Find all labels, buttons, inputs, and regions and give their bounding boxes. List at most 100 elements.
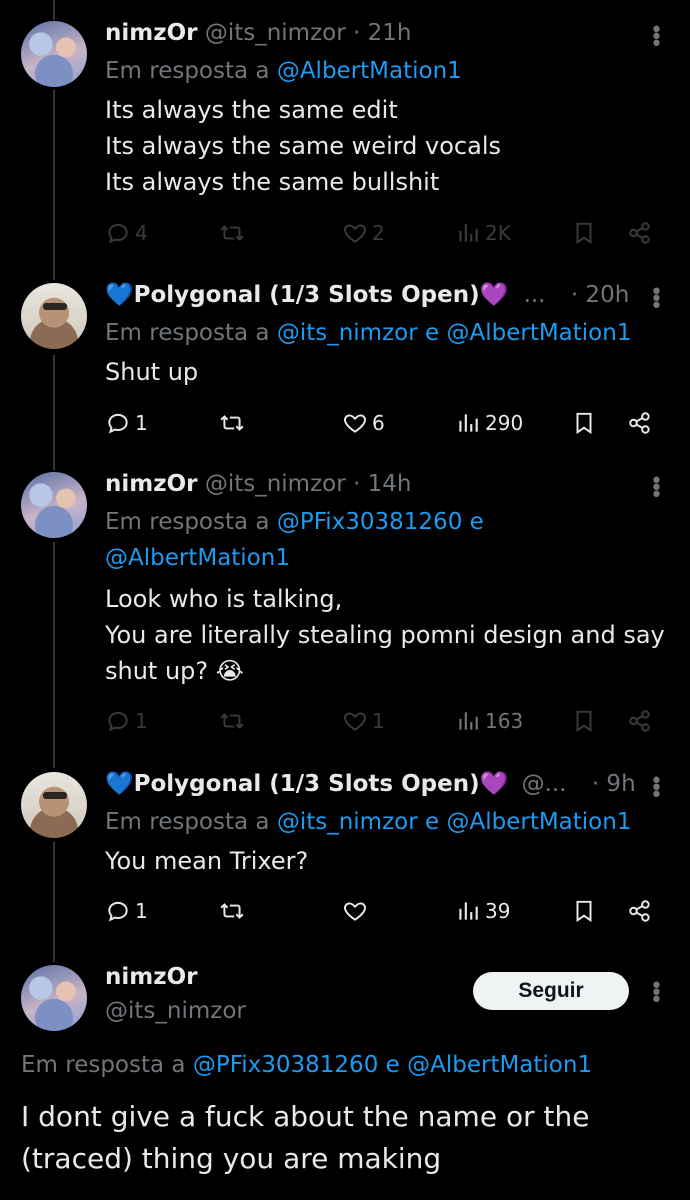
bookmark-button[interactable] bbox=[571, 706, 597, 736]
views-icon bbox=[459, 224, 478, 242]
avatar[interactable] bbox=[21, 21, 87, 87]
retweet-icon bbox=[220, 415, 244, 431]
display-name[interactable]: nimzOr bbox=[105, 20, 198, 46]
reply-button[interactable]: 1 bbox=[105, 408, 148, 438]
tweet[interactable]: nimzOr @its_nimzor · 21h • • • Em resposta… bbox=[0, 18, 690, 258]
reply-context: Em resposta a @AlbertMation1 bbox=[105, 53, 462, 89]
like-count: 1 bbox=[372, 709, 385, 733]
reply-button[interactable]: 4 bbox=[105, 218, 148, 248]
handle[interactable]: @... bbox=[522, 771, 567, 797]
action-bar: 1 39 bbox=[105, 896, 665, 926]
mention-link[interactable]: @AlbertMation1 bbox=[446, 320, 631, 346]
display-name[interactable]: Polygonal (1/3 Slots Open) bbox=[134, 771, 480, 797]
share-button[interactable] bbox=[627, 408, 653, 438]
view-count: 39 bbox=[485, 899, 511, 923]
reply-context: Em resposta a @its_nimzor e @AlbertMatio… bbox=[105, 804, 631, 840]
display-name[interactable]: nimzOr bbox=[105, 964, 198, 990]
timestamp[interactable]: · 21h bbox=[353, 20, 411, 46]
heart-icon bbox=[344, 902, 366, 921]
purple-heart-emoji: 💜 bbox=[479, 282, 509, 308]
follow-button[interactable]: Seguir bbox=[473, 972, 629, 1010]
like-button[interactable] bbox=[342, 896, 372, 926]
tweet-header: 💙Polygonal (1/3 Slots Open)💜 @... · 9h bbox=[105, 769, 636, 799]
mention-link[interactable]: @its_nimzor bbox=[277, 809, 418, 835]
timestamp[interactable]: · 9h bbox=[592, 771, 636, 797]
tweet-text: You mean Trixer? bbox=[105, 847, 309, 875]
share-icon bbox=[629, 900, 650, 922]
views-button[interactable]: 39 bbox=[455, 896, 510, 926]
reply-button[interactable]: 1 bbox=[105, 706, 148, 736]
reply-joiner: e bbox=[425, 809, 440, 835]
display-name[interactable]: Polygonal (1/3 Slots Open) bbox=[134, 282, 480, 308]
like-count: 6 bbox=[372, 411, 385, 435]
heart-icon bbox=[344, 224, 366, 243]
avatar[interactable] bbox=[21, 965, 87, 1031]
mention-link[interactable]: @AlbertMation1 bbox=[407, 1052, 592, 1078]
bookmark-button[interactable] bbox=[571, 408, 597, 438]
view-count: 2K bbox=[485, 221, 511, 245]
bookmark-button[interactable] bbox=[571, 896, 597, 926]
mention-link[interactable]: @its_nimzor bbox=[277, 320, 418, 346]
mention-link[interactable]: @AlbertMation1 bbox=[105, 545, 290, 571]
view-count: 163 bbox=[485, 709, 524, 733]
like-count: 2 bbox=[372, 221, 385, 245]
mention-link[interactable]: @AlbertMation1 bbox=[277, 58, 462, 84]
reply-prefix: Em resposta a bbox=[105, 809, 270, 835]
like-button[interactable]: 6 bbox=[342, 408, 385, 438]
display-name[interactable]: nimzOr bbox=[105, 471, 198, 497]
tweet[interactable]: nimzOr @its_nimzor · 14h • • • Em resposta… bbox=[0, 469, 690, 741]
action-bar: 1 1 163 bbox=[105, 706, 665, 736]
like-button[interactable]: 2 bbox=[342, 218, 385, 248]
reply-icon bbox=[108, 711, 128, 732]
views-button[interactable]: 2K bbox=[455, 218, 511, 248]
retweet-button[interactable] bbox=[219, 706, 245, 736]
handle[interactable]: @its_nimzor bbox=[105, 996, 246, 1026]
handle[interactable]: ... bbox=[524, 282, 546, 308]
retweet-button[interactable] bbox=[219, 896, 245, 926]
reply-count: 1 bbox=[135, 899, 148, 923]
reply-icon bbox=[108, 901, 128, 922]
avatar[interactable] bbox=[21, 772, 87, 838]
retweet-button[interactable] bbox=[219, 408, 245, 438]
mention-link[interactable]: @PFix30381260 bbox=[193, 1052, 379, 1078]
handle[interactable]: @its_nimzor bbox=[205, 471, 346, 497]
avatar[interactable] bbox=[21, 472, 87, 538]
mention-link[interactable]: @AlbertMation1 bbox=[446, 809, 631, 835]
bookmark-button[interactable] bbox=[571, 218, 597, 248]
reply-button[interactable]: 1 bbox=[105, 896, 148, 926]
retweet-icon bbox=[220, 225, 244, 241]
heart-icon bbox=[344, 414, 366, 433]
tweet[interactable]: 💙Polygonal (1/3 Slots Open)💜 ... · 20h •… bbox=[0, 280, 690, 440]
reply-count: 4 bbox=[135, 221, 148, 245]
reply-count: 1 bbox=[135, 709, 148, 733]
handle[interactable]: @its_nimzor bbox=[205, 20, 346, 46]
views-icon bbox=[459, 414, 478, 432]
tweet-text: Look who is talking, You are literally s… bbox=[105, 585, 665, 685]
share-button[interactable] bbox=[627, 218, 653, 248]
retweet-button[interactable] bbox=[219, 218, 245, 248]
mention-link[interactable]: @PFix30381260 bbox=[277, 509, 463, 535]
tweet[interactable]: 💙Polygonal (1/3 Slots Open)💜 @... · 9h •… bbox=[0, 769, 690, 929]
like-button[interactable]: 1 bbox=[342, 706, 385, 736]
tweet-header: nimzOr bbox=[105, 962, 198, 992]
share-icon bbox=[629, 222, 650, 244]
tweet-text: Shut up bbox=[105, 358, 199, 386]
views-button[interactable]: 163 bbox=[455, 706, 523, 736]
share-button[interactable] bbox=[627, 896, 653, 926]
share-button[interactable] bbox=[627, 706, 653, 736]
more-options-icon[interactable]: • • • bbox=[646, 976, 666, 1012]
views-icon bbox=[459, 902, 478, 920]
tweet-text: Its always the same edit Its always the … bbox=[105, 96, 501, 196]
views-button[interactable]: 290 bbox=[455, 408, 523, 438]
avatar[interactable] bbox=[21, 283, 87, 349]
reply-prefix: Em resposta a bbox=[105, 58, 270, 84]
more-options-icon[interactable]: • • • bbox=[646, 282, 666, 318]
bookmark-icon bbox=[576, 710, 592, 733]
more-options-icon[interactable]: • • • bbox=[646, 771, 666, 807]
reply-prefix: Em resposta a bbox=[21, 1052, 186, 1078]
more-options-icon[interactable]: • • • bbox=[646, 471, 666, 507]
timestamp[interactable]: · 20h bbox=[571, 282, 629, 308]
view-count: 290 bbox=[485, 411, 524, 435]
timestamp[interactable]: · 14h bbox=[353, 471, 411, 497]
more-options-icon[interactable]: • • • bbox=[646, 20, 666, 56]
